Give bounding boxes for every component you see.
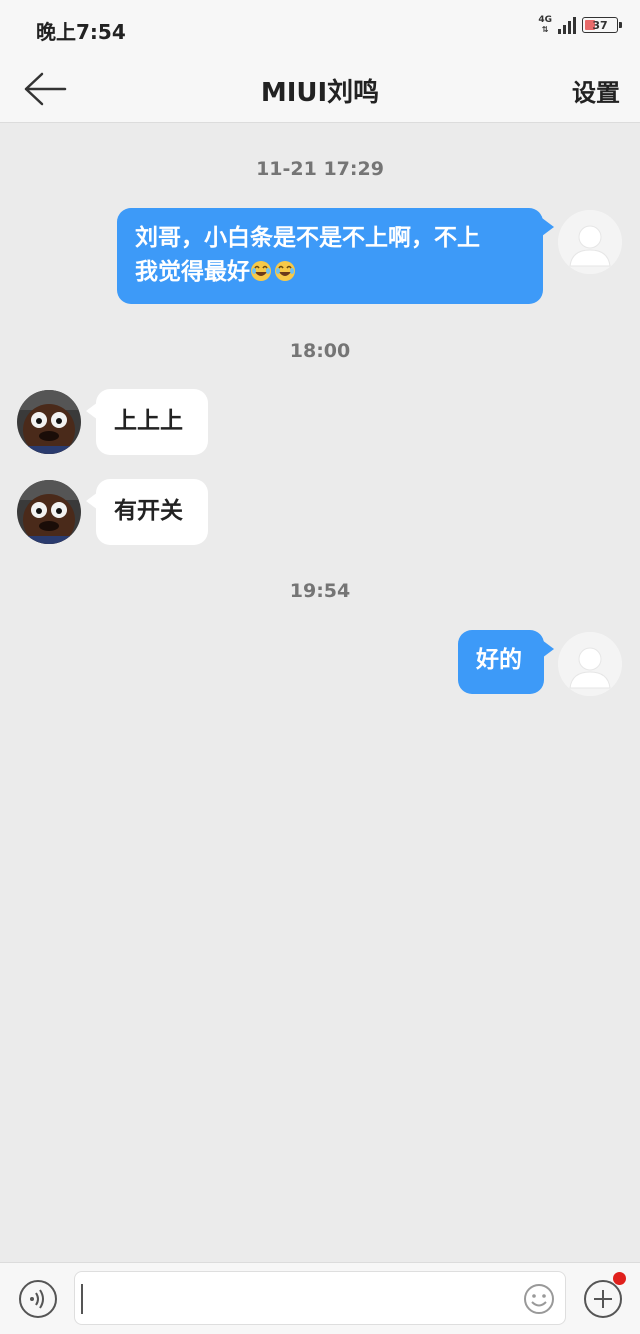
- message-text-line: 刘哥，小白条是不是不上啊，不上: [135, 225, 480, 251]
- message-timestamp: 19:54: [289, 580, 351, 602]
- laughing-emoji-icon: [250, 258, 296, 292]
- smiley-icon: [524, 1284, 554, 1314]
- my-avatar[interactable]: [558, 210, 622, 274]
- network-indicator: 4G ⇅: [538, 15, 552, 35]
- message-text-line-2: 我觉得最好: [135, 255, 525, 292]
- text-cursor: [81, 1284, 83, 1314]
- settings-button[interactable]: 设置: [572, 73, 620, 108]
- incoming-message-bubble[interactable]: 上上上: [96, 389, 208, 455]
- battery-icon: 37: [582, 17, 622, 33]
- my-avatar[interactable]: [558, 632, 622, 696]
- message-input-bar: [0, 1262, 640, 1334]
- incoming-message-bubble[interactable]: 有开关: [96, 479, 208, 545]
- contact-avatar[interactable]: [17, 480, 81, 544]
- plus-icon: [584, 1280, 622, 1318]
- contact-avatar-image: [17, 480, 81, 544]
- voice-input-button[interactable]: [18, 1279, 58, 1319]
- message-input[interactable]: [74, 1271, 566, 1325]
- data-arrows-icon: ⇅: [541, 25, 549, 34]
- page-title: MIUI刘鸣: [260, 78, 380, 108]
- status-bar: 晚上7:54 4G ⇅ 37: [0, 0, 640, 56]
- default-user-avatar-icon: [558, 632, 622, 696]
- message-timestamp: 18:00: [289, 340, 351, 362]
- default-user-avatar-icon: [558, 210, 622, 274]
- network-type: 4G: [538, 15, 552, 25]
- bubble-tail: [542, 218, 554, 236]
- bubble-tail: [542, 640, 554, 658]
- outgoing-message-bubble[interactable]: 刘哥，小白条是不是不上啊，不上 我觉得最好: [117, 208, 543, 304]
- voice-icon: [19, 1280, 57, 1318]
- message-timestamp: 11-21 17:29: [256, 158, 384, 180]
- notification-dot: [613, 1272, 626, 1285]
- status-indicators: 4G ⇅ 37: [538, 15, 622, 35]
- chat-header: MIUI刘鸣 设置: [0, 56, 640, 123]
- outgoing-message-bubble[interactable]: 好的: [458, 630, 544, 694]
- emoji-button[interactable]: [523, 1283, 555, 1315]
- contact-avatar-image: [17, 390, 81, 454]
- battery-level: 37: [592, 18, 608, 32]
- status-time: 晚上7:54: [36, 20, 126, 44]
- signal-icon: [558, 16, 576, 34]
- contact-avatar[interactable]: [17, 390, 81, 454]
- more-options-button[interactable]: [583, 1279, 623, 1319]
